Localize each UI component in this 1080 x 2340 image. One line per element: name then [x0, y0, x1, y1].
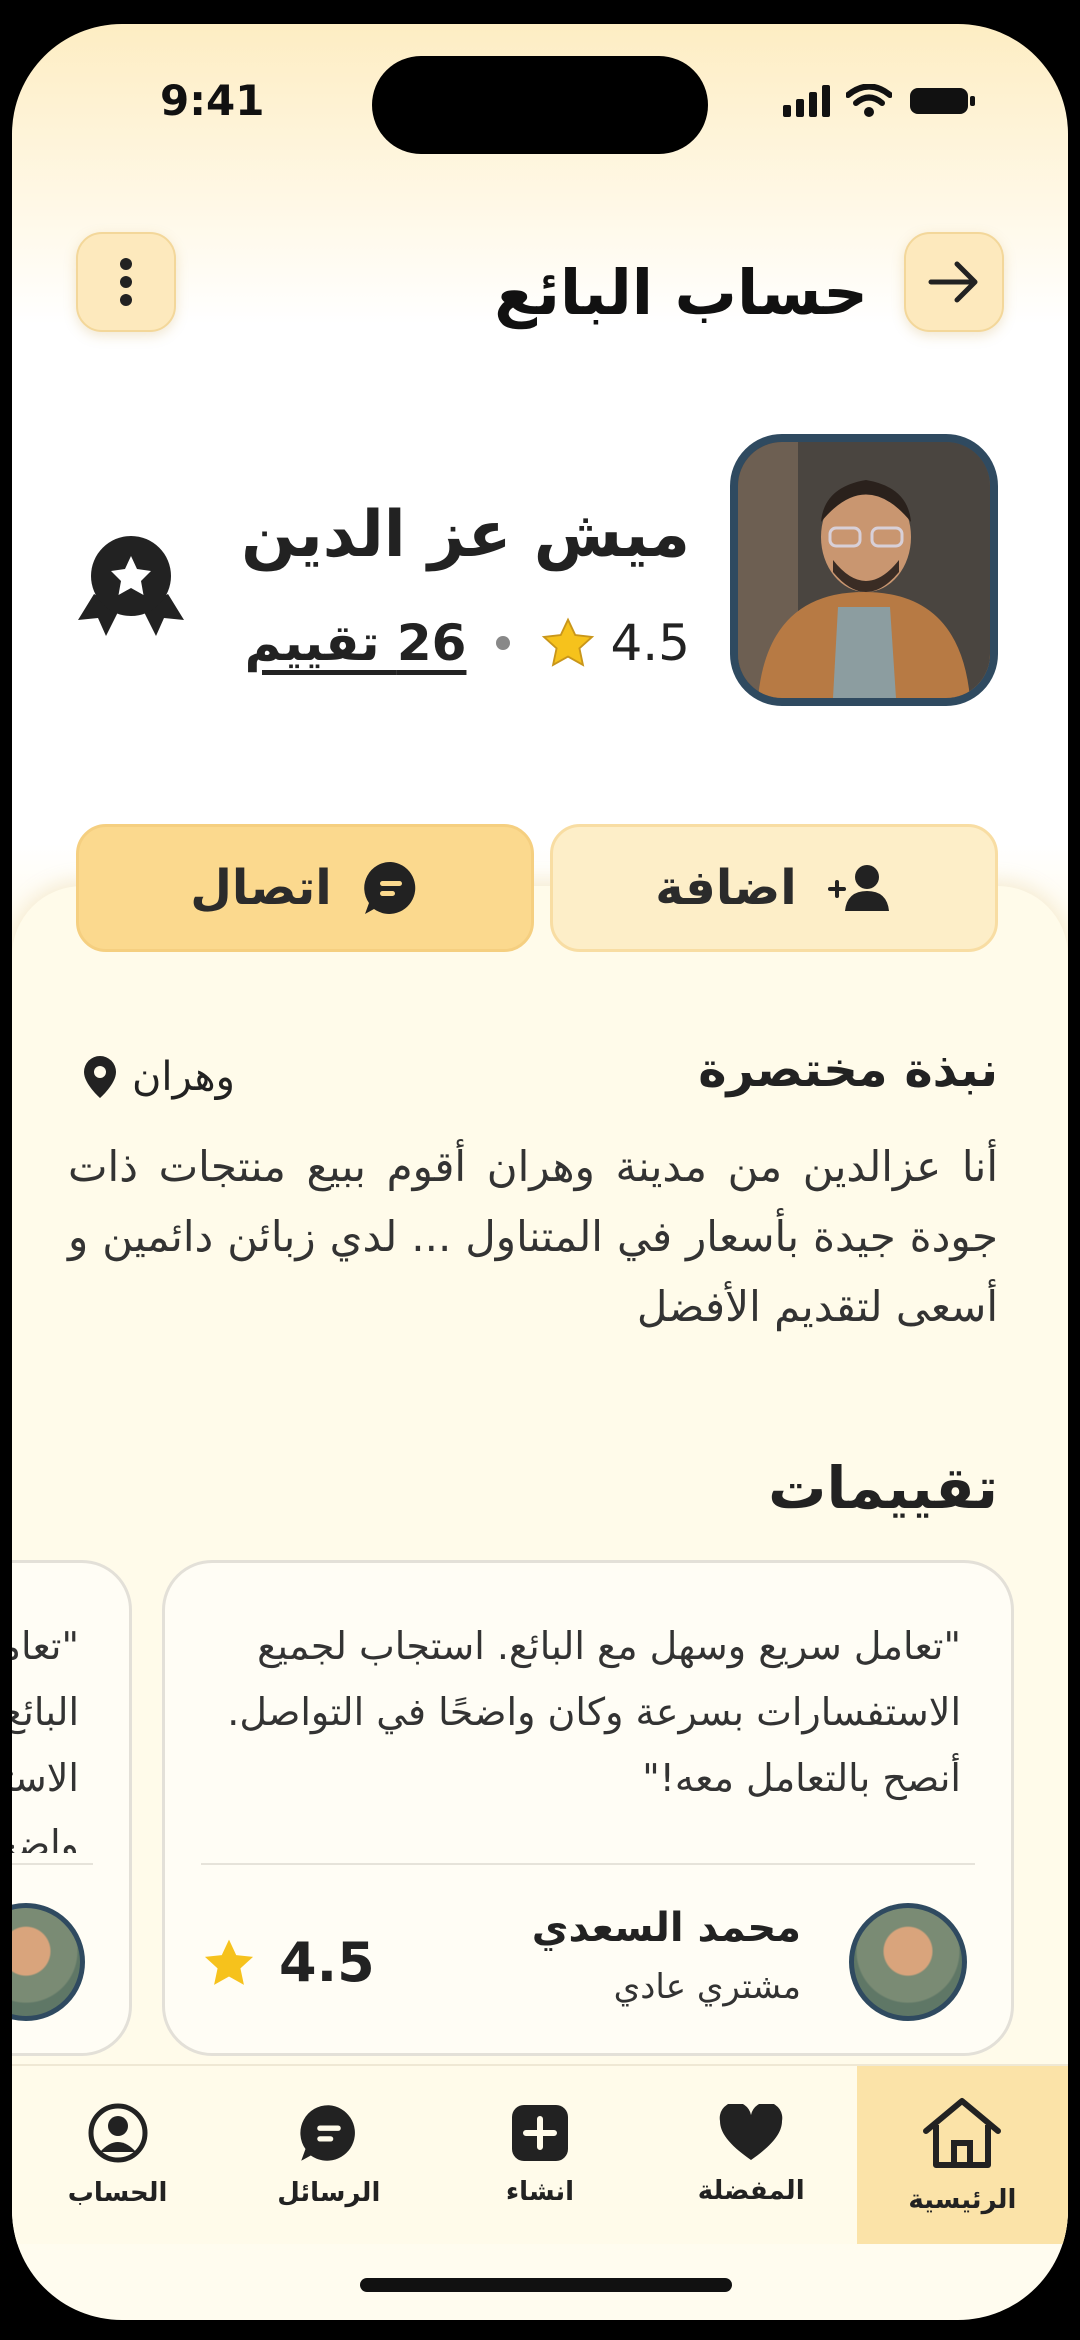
nav-create-label: انشاء: [505, 2177, 575, 2207]
nav-favorites-label: المفضلة: [697, 2176, 805, 2206]
nav-home-label: الرئيسية: [908, 2185, 1017, 2215]
wifi-icon: [846, 84, 892, 117]
phone-screen: 9:41 حساب البائع ميش عز الدين 26 تقييم 4…: [12, 24, 1068, 2320]
star-icon: [542, 617, 595, 667]
reviewer-role: مشتري عادي: [613, 1967, 801, 2007]
review-score-value: 4.5: [279, 1931, 375, 1994]
nav-messages[interactable]: الرسائل: [223, 2066, 434, 2244]
signal-icon: [783, 85, 830, 117]
plus-square-icon: [511, 2105, 568, 2161]
status-icons: [783, 84, 978, 118]
reviewer-avatar: [849, 1903, 967, 2021]
about-title: نبذة مختصرة: [698, 1042, 998, 1098]
battery-icon: [910, 88, 975, 114]
review-text: "تعامل سريع وسهل مع البائع. استجاب لجميع…: [227, 1624, 961, 1800]
home-indicator: [360, 2278, 732, 2292]
nav-account[interactable]: الحساب: [12, 2066, 223, 2244]
review-score: 4.5: [201, 1931, 375, 1994]
reviews-count-link[interactable]: 26 تقييم: [245, 614, 467, 672]
arrow-right-icon: [928, 261, 978, 303]
review-card[interactable]: "تعامل سريع وسهل مع البائع. استجاب لجميع…: [162, 1560, 1014, 2056]
seller-name: ميش عز الدين: [241, 498, 690, 572]
add-user-icon: [827, 865, 889, 911]
contact-button-label: اتصال: [190, 860, 332, 916]
nav-create[interactable]: انشاء: [434, 2066, 645, 2244]
nav-home[interactable]: الرئيسية: [856, 2066, 1068, 2244]
location-pin-icon: [84, 1056, 116, 1098]
user-circle-icon: [88, 2103, 148, 2163]
page-title: حساب البائع: [494, 256, 868, 329]
bottom-navigation: الرئيسية المفضلة انشاء الرسائل الحساب: [12, 2064, 1068, 2244]
contact-button[interactable]: اتصال: [76, 824, 534, 952]
reviews-title: تقييمات: [768, 1454, 998, 1522]
seller-avatar: [730, 434, 998, 706]
seller-rating: 26 تقييم 4.5: [245, 614, 690, 672]
reviewer-avatar: [12, 1903, 85, 2021]
city-label: وهران: [132, 1054, 235, 1100]
back-button[interactable]: [904, 232, 1004, 332]
add-button[interactable]: اضافة: [550, 824, 998, 952]
award-badge-icon: [76, 532, 186, 644]
avatar-photo: [738, 442, 990, 698]
star-icon: [204, 1939, 254, 1985]
seller-location: وهران: [82, 1054, 235, 1100]
more-options-button[interactable]: [76, 232, 176, 332]
heart-icon: [719, 2104, 783, 2160]
nav-messages-label: الرسائل: [277, 2178, 381, 2208]
home-icon: [923, 2098, 1002, 2168]
reviewer-name: محمد السعدي: [531, 1905, 801, 1951]
chat-icon: [363, 861, 415, 914]
dynamic-island: [372, 56, 708, 154]
more-vertical-icon: [120, 258, 132, 306]
review-card[interactable]: "تعامل سريع وسهل مع البائع. استجاب لجميع…: [12, 1560, 132, 2056]
review-text: "تعامل سريع وسهل مع البائع. استجاب لجميع…: [12, 1624, 79, 1853]
nav-favorites[interactable]: المفضلة: [646, 2066, 857, 2244]
seller-rating-value: 4.5: [610, 614, 690, 672]
nav-account-label: الحساب: [67, 2178, 168, 2208]
divider: [201, 1863, 975, 1865]
seller-bio: أنا عزالدين من مدينة وهران أقوم ببيع منت…: [68, 1142, 998, 1331]
separator-dot: [496, 636, 511, 650]
chat-icon: [300, 2105, 355, 2161]
status-time: 9:41: [160, 76, 265, 125]
add-button-label: اضافة: [655, 860, 797, 916]
divider: [12, 1863, 93, 1865]
